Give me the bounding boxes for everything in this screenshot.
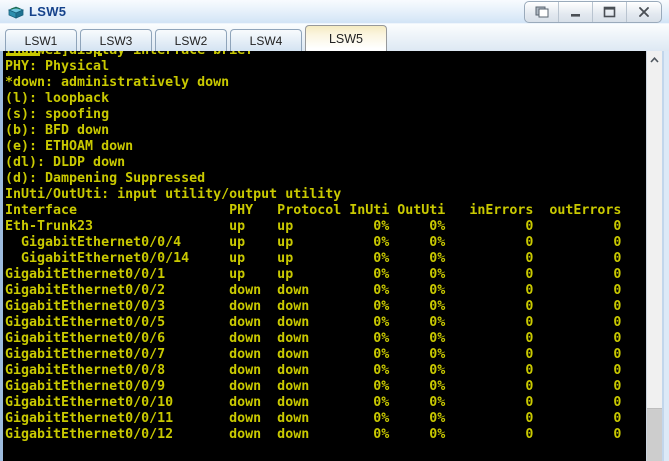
- scroll-up-button[interactable]: [647, 51, 662, 68]
- chevron-up-icon: [650, 56, 659, 63]
- terminal-area: [Huawei]display interface brief PHY: Phy…: [0, 51, 669, 461]
- device-terminal-window: LSW5 LSW1 LSW3 LSW2 LSW4 LSW5 PHY: Physi…: [0, 0, 669, 461]
- device-icon: [7, 4, 25, 20]
- titlebar[interactable]: LSW5: [0, 0, 669, 24]
- clipped-line-artifact: [98, 53, 102, 56]
- tab-lsw2[interactable]: LSW2: [155, 29, 227, 51]
- window-title: LSW5: [29, 4, 67, 19]
- device-tab-bar: LSW1 LSW3 LSW2 LSW4 LSW5: [0, 24, 669, 51]
- maximize-button[interactable]: [593, 2, 627, 22]
- vertical-scrollbar[interactable]: [646, 51, 664, 461]
- close-icon: [639, 7, 649, 17]
- tab-lsw4[interactable]: LSW4: [230, 29, 302, 51]
- terminal-console[interactable]: [Huawei]display interface brief PHY: Phy…: [0, 51, 646, 461]
- minimize-button[interactable]: [559, 2, 593, 22]
- window-controls: [524, 1, 662, 23]
- maximize-icon: [603, 6, 616, 18]
- clipped-line-artifact: [6, 53, 40, 56]
- always-on-top-button[interactable]: [525, 2, 559, 22]
- terminal-output: [Huawei]display interface brief PHY: Phy…: [5, 51, 622, 442]
- close-button[interactable]: [627, 2, 661, 22]
- scrollbar-thumb[interactable]: [647, 408, 662, 461]
- tab-lsw1[interactable]: LSW1: [5, 29, 77, 51]
- minimize-icon: [570, 14, 580, 17]
- tab-lsw5[interactable]: LSW5: [305, 25, 387, 51]
- tab-lsw3[interactable]: LSW3: [80, 29, 152, 51]
- overlap-windows-icon: [535, 6, 548, 18]
